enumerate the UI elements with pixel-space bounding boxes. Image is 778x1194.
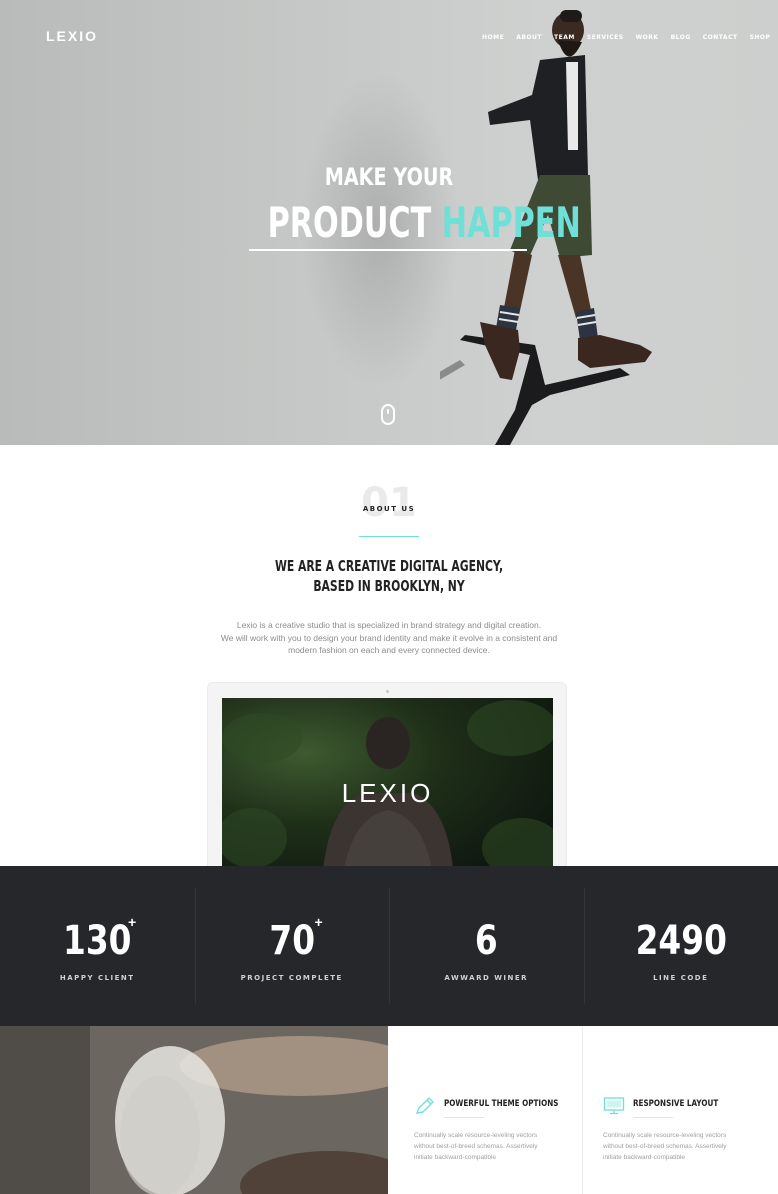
feature-underline [633, 1117, 673, 1118]
about-text-line1: Lexio is a creative studio that is speci… [236, 620, 542, 630]
feature-text-line: initiate backward-compatible [414, 1154, 497, 1161]
feature-text-line: Continually scale resource-leveling vect… [414, 1132, 538, 1139]
stat-value: 130 [63, 918, 132, 964]
hero-section: LEXIO HOME ABOUT TEAM SERVICES WORK BLOG… [0, 0, 778, 445]
screen-logo: LEXIO [341, 778, 434, 808]
stat-value: 2490 [635, 918, 727, 964]
about-heading-line1: WE ARE A CREATIVE DIGITAL AGENCY, [274, 557, 504, 575]
stat-project-complete: 70 + PROJECT COMPLETE [194, 866, 390, 1026]
stat-plus: + [128, 914, 137, 930]
stat-label: PROJECT COMPLETE [240, 974, 343, 982]
pencil-icon [415, 1097, 434, 1114]
nav-item-team[interactable]: TEAM [554, 34, 575, 41]
features-section: POWERFUL THEME OPTIONS Continually scale… [388, 1026, 778, 1194]
nav-item-contact[interactable]: CONTACT [703, 34, 738, 41]
about-section-number: 01 [361, 480, 417, 526]
stats-section: 130 + HAPPY CLIENT 70 + PROJECT COMPLETE… [0, 866, 778, 1026]
nav-item-about[interactable]: ABOUT [516, 34, 542, 41]
about-text-line2: We will work with you to design your bra… [220, 632, 558, 643]
stat-line-code: 2490 LINE CODE [583, 866, 778, 1026]
stat-happy-client: 130 + HAPPY CLIENT [0, 866, 195, 1026]
main-nav: HOME ABOUT TEAM SERVICES WORK BLOG CONTA… [482, 34, 770, 41]
feature-text-line: without best-of-breed schemas. Assertive… [603, 1143, 727, 1150]
monitor-icon [603, 1097, 625, 1115]
hero-title-line2: PRODUCT HAPPEN [267, 198, 581, 247]
tablet-screen: LEXIO [222, 698, 553, 882]
hero-underline [249, 249, 527, 251]
feature-text: Continually scale resource-leveling vect… [603, 1130, 763, 1163]
about-heading-line2: BASED IN BROOKLYN, NY [313, 577, 465, 595]
stat-value: 6 [474, 918, 498, 964]
hero-title-word-happen: HAPPEN [441, 198, 581, 247]
nav-item-home[interactable]: HOME [482, 34, 504, 41]
tablet-camera [386, 690, 389, 693]
feature-underline [444, 1117, 484, 1118]
feature-text-line: initiate backward-compatible [603, 1154, 686, 1161]
about-text-line3: modern fashion on each and every connect… [288, 645, 490, 655]
stat-label: LINE CODE [653, 974, 709, 982]
hero-title-word-product: PRODUCT [267, 198, 432, 247]
nav-item-work[interactable]: WORK [636, 34, 659, 41]
about-section-label: ABOUT US [362, 505, 416, 513]
feature-title: POWERFUL THEME OPTIONS [444, 1099, 559, 1109]
stat-value: 70 [268, 918, 315, 964]
feature-text: Continually scale resource-leveling vect… [414, 1130, 574, 1163]
about-divider [359, 536, 419, 537]
feature-divider [582, 1026, 583, 1194]
feature-text-line: Continually scale resource-leveling vect… [603, 1132, 727, 1139]
stat-label: HAPPY CLIENT [59, 974, 135, 982]
stat-award-winner: 6 AWWARD WINER [389, 866, 584, 1026]
scroll-down-icon[interactable] [381, 404, 395, 425]
nav-item-blog[interactable]: BLOG [671, 34, 691, 41]
hero-title-line1: MAKE YOUR [324, 163, 454, 191]
feature-text-line: without best-of-breed schemas. Assertive… [414, 1143, 538, 1150]
nav-item-shop[interactable]: SHOP [750, 34, 771, 41]
stat-label: AWWARD WINER [444, 974, 529, 982]
about-heading: WE ARE A CREATIVE DIGITAL AGENCY, BASED … [253, 556, 525, 596]
stat-plus: + [314, 914, 323, 930]
chair-photo-art [0, 1026, 388, 1194]
nav-item-services[interactable]: SERVICES [587, 34, 624, 41]
chair-photo [0, 1026, 388, 1194]
feature-title: RESPONSIVE LAYOUT [633, 1099, 719, 1109]
site-logo[interactable]: LEXIO [46, 28, 98, 44]
about-description: Lexio is a creative studio that is speci… [190, 619, 588, 657]
